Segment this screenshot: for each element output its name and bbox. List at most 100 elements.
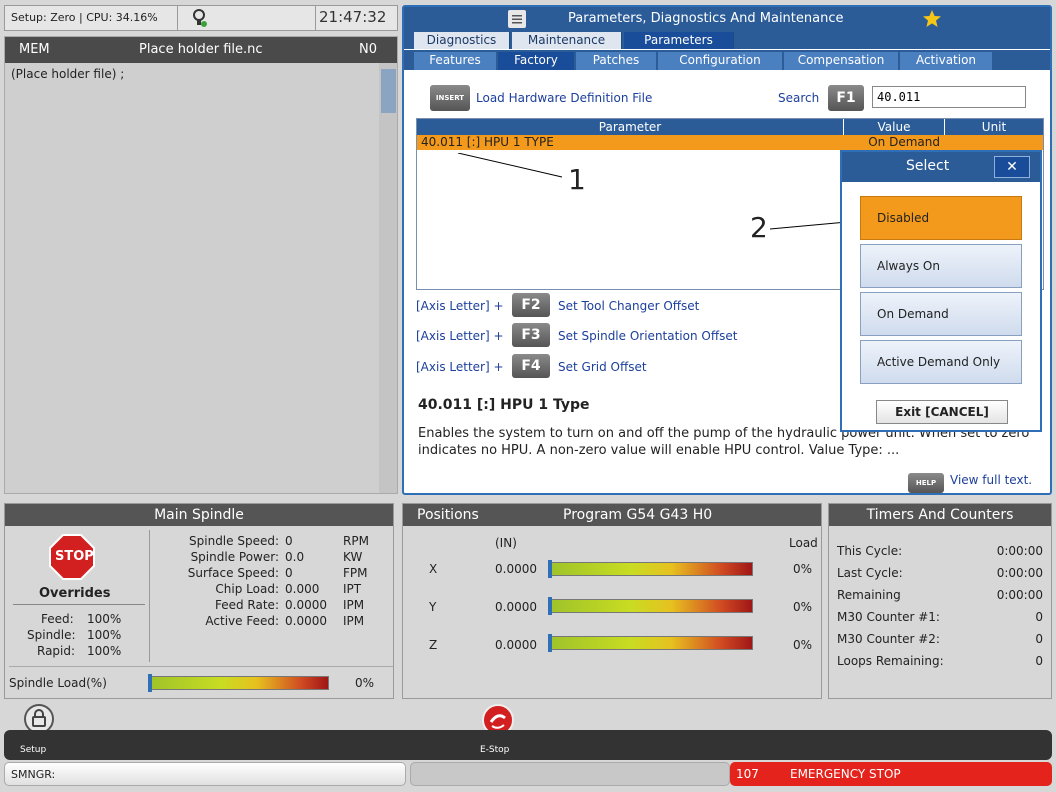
load-marker: [548, 597, 552, 615]
axis-letter-prefix: [Axis Letter] +: [416, 329, 504, 343]
panel-title-bar: Parameters, Diagnostics And Maintenance: [404, 7, 1050, 32]
close-icon[interactable]: ✕: [994, 156, 1030, 178]
tab-features[interactable]: Features: [414, 52, 496, 70]
tab-patches[interactable]: Patches: [576, 52, 656, 70]
program-mode: MEM: [19, 42, 50, 57]
tab-parameters[interactable]: Parameters: [624, 32, 734, 49]
sub-tabs: Features Factory Patches Configuration C…: [404, 50, 1050, 70]
panel-title: Positions: [417, 507, 479, 523]
callout-line-1: [458, 153, 563, 178]
program-offsets: Program G54 G43 H0: [563, 507, 713, 523]
scrollbar-thumb[interactable]: [381, 69, 396, 113]
program-filename: Place holder file.nc: [139, 42, 263, 57]
alarm-bar[interactable]: 107 EMERGENCY STOP: [730, 762, 1052, 786]
f2-key[interactable]: F2: [512, 293, 550, 317]
program-code[interactable]: (Place holder file) ;: [11, 67, 124, 81]
spindle-override: 100%: [87, 628, 122, 642]
exit-cancel-button[interactable]: Exit [CANCEL]: [876, 400, 1008, 424]
load-marker: [148, 674, 152, 692]
setup-button-label[interactable]: Setup: [20, 745, 46, 755]
axis-z-load: 0%: [793, 638, 813, 652]
m30-counter-2-value: 0: [1035, 632, 1043, 646]
chip-load-label: Chip Load:: [215, 582, 279, 596]
select-dialog-title: Select: [906, 158, 950, 174]
view-full-text-link[interactable]: View full text.: [950, 473, 1032, 487]
f3-key[interactable]: F3: [512, 323, 550, 347]
main-spindle-panel: Main Spindle STOP Overrides Feed: 100% S…: [4, 503, 394, 699]
stop-label: STOP: [55, 549, 94, 564]
top-tabs: Diagnostics Maintenance Parameters: [404, 32, 1050, 49]
callout-2: 2: [750, 211, 768, 244]
timers-panel: Timers And Counters This Cycle: 0:00:00 …: [828, 503, 1052, 699]
panel-title: Timers And Counters: [829, 504, 1051, 526]
tab-diagnostics[interactable]: Diagnostics: [414, 32, 510, 49]
chip-load-value: 0.000: [285, 582, 320, 596]
feed-rate-value: 0.0000: [285, 598, 327, 612]
smngr-label: SMNGR:: [11, 768, 56, 781]
f1-key[interactable]: F1: [828, 85, 864, 111]
tab-maintenance[interactable]: Maintenance: [512, 32, 622, 49]
column-header-parameter: Parameter: [417, 119, 843, 135]
tool-changer-offset-label[interactable]: Set Tool Changer Offset: [558, 299, 699, 313]
panel-title: Main Spindle: [5, 504, 393, 526]
select-dialog: Select ✕ Disabled Always On On Demand Ac…: [840, 150, 1042, 432]
positions-panel: Positions Program G54 G43 H0 (IN) Load X…: [402, 503, 822, 699]
divider: [177, 6, 178, 30]
help-key[interactable]: HELP: [908, 473, 944, 493]
axis-letter-prefix: [Axis Letter] +: [416, 360, 504, 374]
f4-key[interactable]: F4: [512, 354, 550, 378]
tab-factory[interactable]: Factory: [498, 52, 574, 70]
spindle-load-value: 0%: [355, 676, 375, 690]
feed-override: 100%: [87, 612, 122, 626]
setup-mode-icon: [191, 8, 209, 31]
axis-y-position: 0.0000: [495, 600, 537, 614]
menu-icon[interactable]: [508, 10, 526, 28]
axis-y-label: Y: [429, 600, 437, 614]
spindle-orientation-offset-label[interactable]: Set Spindle Orientation Offset: [558, 329, 737, 343]
axis-x-load: 0%: [793, 562, 813, 576]
clock: 21:47:32: [319, 8, 387, 26]
estop-button-label[interactable]: E-Stop: [480, 745, 509, 755]
tab-activation[interactable]: Activation: [900, 52, 992, 70]
axis-z-load-bar: [548, 634, 753, 652]
option-active-demand-only[interactable]: Active Demand Only: [860, 340, 1022, 384]
table-row[interactable]: 40.011 [:] HPU 1 TYPE On Demand: [417, 135, 1043, 150]
loops-remaining-label: Loops Remaining:: [837, 654, 944, 668]
axis-x-load-bar: [548, 560, 753, 578]
option-disabled[interactable]: Disabled: [860, 196, 1022, 240]
overrides-title: Overrides: [39, 586, 111, 601]
m30-counter-1-value: 0: [1035, 610, 1043, 624]
this-cycle-label: This Cycle:: [837, 544, 903, 558]
parameter-value: On Demand: [868, 135, 940, 149]
insert-key[interactable]: INSERT: [430, 85, 470, 111]
spindle-speed-label: Spindle Speed:: [189, 534, 279, 548]
this-cycle-value: 0:00:00: [996, 544, 1043, 558]
axis-x-label: X: [429, 562, 438, 576]
axis-z-label: Z: [429, 638, 438, 652]
star-icon[interactable]: [922, 9, 942, 32]
divider: [149, 530, 150, 662]
panel-title: Parameters, Diagnostics And Maintenance: [568, 11, 844, 26]
block-number: N0: [359, 42, 377, 57]
grid-offset-label[interactable]: Set Grid Offset: [558, 360, 647, 374]
option-on-demand[interactable]: On Demand: [860, 292, 1022, 336]
callout-1: 1: [568, 163, 586, 196]
column-header-value: Value: [844, 119, 944, 135]
scrollbar[interactable]: [379, 63, 397, 493]
search-input[interactable]: [872, 86, 1026, 108]
option-always-on[interactable]: Always On: [860, 244, 1022, 288]
feed-label: Feed:: [41, 612, 74, 626]
spindle-power-unit: KW: [343, 550, 363, 564]
tab-configuration[interactable]: Configuration: [658, 52, 782, 70]
spindle-power-value: 0.0: [285, 550, 305, 564]
active-feed-value: 0.0000: [285, 614, 327, 628]
load-hardware-link[interactable]: Load Hardware Definition File: [476, 91, 652, 105]
active-feed-unit: IPM: [343, 614, 365, 628]
surface-speed-label: Surface Speed:: [187, 566, 279, 580]
last-cycle-label: Last Cycle:: [837, 566, 903, 580]
loops-remaining-value: 0: [1035, 654, 1043, 668]
select-dialog-header: Select ✕: [842, 152, 1040, 182]
tab-compensation[interactable]: Compensation: [784, 52, 898, 70]
program-panel[interactable]: MEM Place holder file.nc N0 (Place holde…: [4, 36, 398, 494]
smngr-status: SMNGR:: [4, 762, 406, 786]
